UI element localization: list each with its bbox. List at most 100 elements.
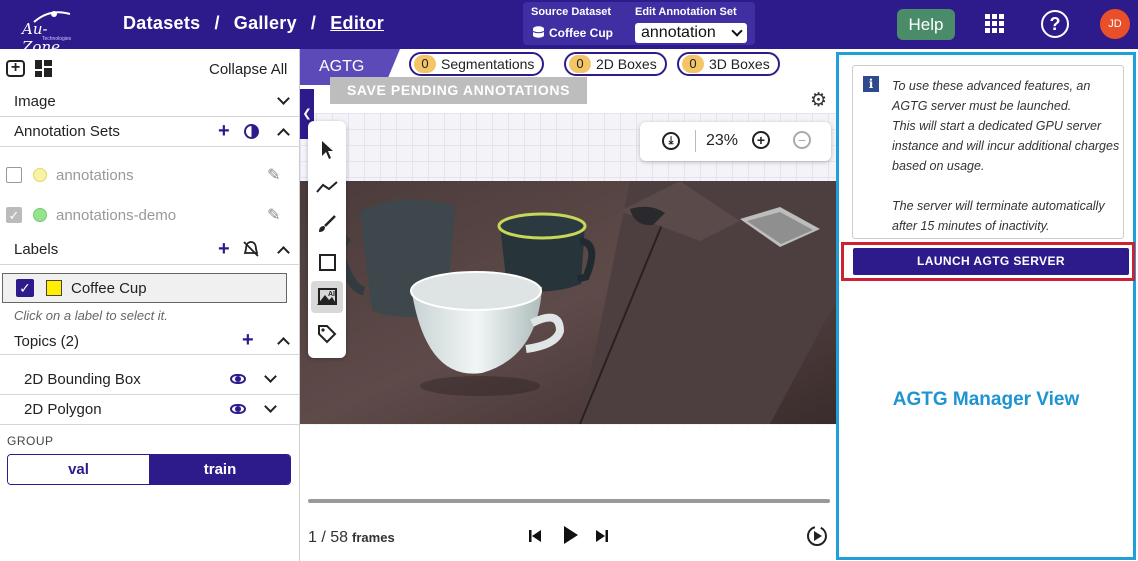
add-icon[interactable]: +: [242, 329, 254, 352]
zoom-controls: ⤓ 23% + −: [640, 122, 831, 161]
logo-subtext: Technologies: [42, 36, 72, 42]
info-text: To use these advanced features, an AGTG …: [892, 79, 1120, 233]
tool-palette: AI: [308, 121, 346, 358]
chevron-down-icon[interactable]: [277, 92, 290, 105]
svg-text:AI: AI: [328, 291, 335, 298]
topic-name: 2D Polygon: [24, 401, 102, 418]
topic-item[interactable]: 2D Polygon: [0, 395, 300, 425]
labels-hint: Click on a label to select it.: [14, 308, 168, 323]
image-frame[interactable]: [300, 181, 836, 424]
labels-header: Labels +: [0, 235, 300, 265]
2d-boxes-pill[interactable]: 0 2D Boxes: [564, 52, 667, 76]
annotation-set-color-swatch: [33, 168, 47, 182]
info-icon: i: [863, 76, 879, 92]
skip-previous-icon[interactable]: [528, 528, 542, 548]
launch-agtg-server-button[interactable]: LAUNCH AGTG SERVER: [853, 248, 1129, 275]
list-item[interactable]: annotations ✎: [0, 161, 300, 189]
label-color-swatch: [46, 280, 62, 296]
chevron-up-icon[interactable]: [277, 337, 290, 350]
3d-boxes-pill[interactable]: 0 3D Boxes: [677, 52, 780, 76]
segmentations-count: 0: [414, 55, 436, 73]
company-logo[interactable]: Au-Zone Technologies: [22, 6, 80, 56]
collapse-all-button[interactable]: Collapse All: [209, 61, 287, 78]
contrast-icon[interactable]: [244, 124, 259, 139]
add-icon[interactable]: +: [218, 120, 230, 143]
zoom-level: 23%: [706, 132, 739, 149]
question-help-icon[interactable]: ?: [1041, 10, 1069, 38]
annotation-set-checkbox[interactable]: [6, 167, 22, 183]
help-button[interactable]: Help: [897, 9, 955, 40]
breadcrumb-gallery[interactable]: Gallery: [234, 13, 297, 33]
apps-grid-icon[interactable]: [985, 14, 1005, 34]
save-pending-annotations-button[interactable]: SAVE PENDING ANNOTATIONS: [330, 77, 587, 104]
editor-area: AGTG 0 Segmentations 0 2D Boxes 0 3D Box…: [300, 49, 836, 561]
user-avatar[interactable]: JD: [1100, 9, 1130, 39]
chevron-up-icon[interactable]: [277, 246, 290, 259]
launch-highlight-frame: LAUNCH AGTG SERVER: [841, 242, 1135, 281]
dataset-selector: Source Dataset Edit Annotation Set Coffe…: [523, 2, 755, 45]
chevron-down-icon[interactable]: [264, 370, 277, 383]
frame-current: 1: [308, 529, 317, 546]
visibility-off-icon[interactable]: [242, 240, 260, 262]
gear-icon[interactable]: ⚙: [810, 89, 827, 112]
labels-title: Labels: [14, 241, 59, 258]
tag-tool-icon[interactable]: [311, 318, 343, 350]
annotation-set-select[interactable]: annotation: [635, 23, 747, 43]
label-checkbox[interactable]: ✓: [16, 279, 34, 297]
frame-timeline-slider[interactable]: [308, 499, 830, 503]
breadcrumb-datasets[interactable]: Datasets: [123, 13, 200, 33]
eye-icon[interactable]: [230, 374, 246, 384]
add-square-icon[interactable]: +: [6, 60, 25, 77]
skip-next-icon[interactable]: [595, 528, 609, 548]
polyline-tool-icon[interactable]: [311, 171, 343, 203]
agtg-manager-panel: i To use these advanced features, an AGT…: [836, 52, 1136, 560]
chevron-down-icon: [731, 25, 743, 37]
download-icon[interactable]: ⤓: [662, 132, 680, 150]
topics-title: Topics (2): [14, 333, 80, 350]
group-toggle: val train: [7, 454, 291, 485]
frame-counter: 1 / 58 frames: [308, 529, 395, 546]
segmentations-pill[interactable]: 0 Segmentations: [409, 52, 545, 76]
breadcrumb-editor[interactable]: Editor: [330, 13, 384, 33]
brush-tool-icon[interactable]: [311, 208, 343, 240]
breadcrumb-separator: /: [310, 13, 317, 33]
pencil-edit-icon[interactable]: ✎: [267, 165, 280, 185]
zoom-out-icon[interactable]: −: [793, 131, 811, 149]
list-item[interactable]: ✓ annotations-demo ✎: [0, 201, 300, 229]
eye-icon[interactable]: [230, 404, 246, 414]
source-dataset-label: Source Dataset: [531, 6, 612, 18]
add-icon[interactable]: +: [218, 238, 230, 261]
chevron-down-icon[interactable]: [264, 400, 277, 413]
annotation-sets-header: Annotation Sets +: [0, 117, 300, 147]
left-sidebar: + Collapse All Image Annotation Sets + a…: [0, 49, 300, 561]
sidebar-toolbar: + Collapse All: [0, 57, 300, 79]
topic-item[interactable]: 2D Bounding Box: [0, 365, 300, 395]
zoom-in-icon[interactable]: +: [752, 131, 770, 149]
database-icon: [532, 26, 545, 38]
ai-tool-icon[interactable]: AI: [311, 281, 343, 313]
autoplay-icon[interactable]: [806, 525, 828, 552]
source-dataset-value: Coffee Cup: [532, 26, 613, 40]
dashboard-icon[interactable]: [35, 60, 52, 77]
annotation-set-checkbox[interactable]: ✓: [6, 207, 22, 223]
group-label: GROUP: [7, 434, 54, 448]
breadcrumb: Datasets / Gallery / Editor: [123, 13, 384, 34]
chevron-up-icon[interactable]: [277, 128, 290, 141]
breadcrumb-separator: /: [214, 13, 220, 33]
annotation-sets-title: Annotation Sets: [14, 123, 120, 140]
topic-name: 2D Bounding Box: [24, 371, 141, 388]
manager-view-title: AGTG Manager View: [892, 389, 1080, 410]
image-section-header[interactable]: Image: [0, 87, 300, 117]
frames-label: frames: [352, 530, 395, 545]
rectangle-tool-icon[interactable]: [311, 245, 343, 277]
top-navigation-bar: Au-Zone Technologies Datasets / Gallery / Ed…: [0, 0, 1138, 56]
annotation-set-color-swatch: [33, 208, 47, 222]
pencil-edit-icon[interactable]: ✎: [267, 205, 280, 225]
annotation-set-name: annotations-demo: [56, 207, 177, 224]
pointer-tool-icon[interactable]: [311, 134, 343, 166]
topics-header: Topics (2) +: [0, 329, 300, 355]
group-option-train[interactable]: train: [149, 455, 290, 484]
play-icon[interactable]: [563, 525, 579, 550]
group-option-val[interactable]: val: [8, 455, 149, 484]
list-item[interactable]: ✓ Coffee Cup: [2, 273, 287, 303]
